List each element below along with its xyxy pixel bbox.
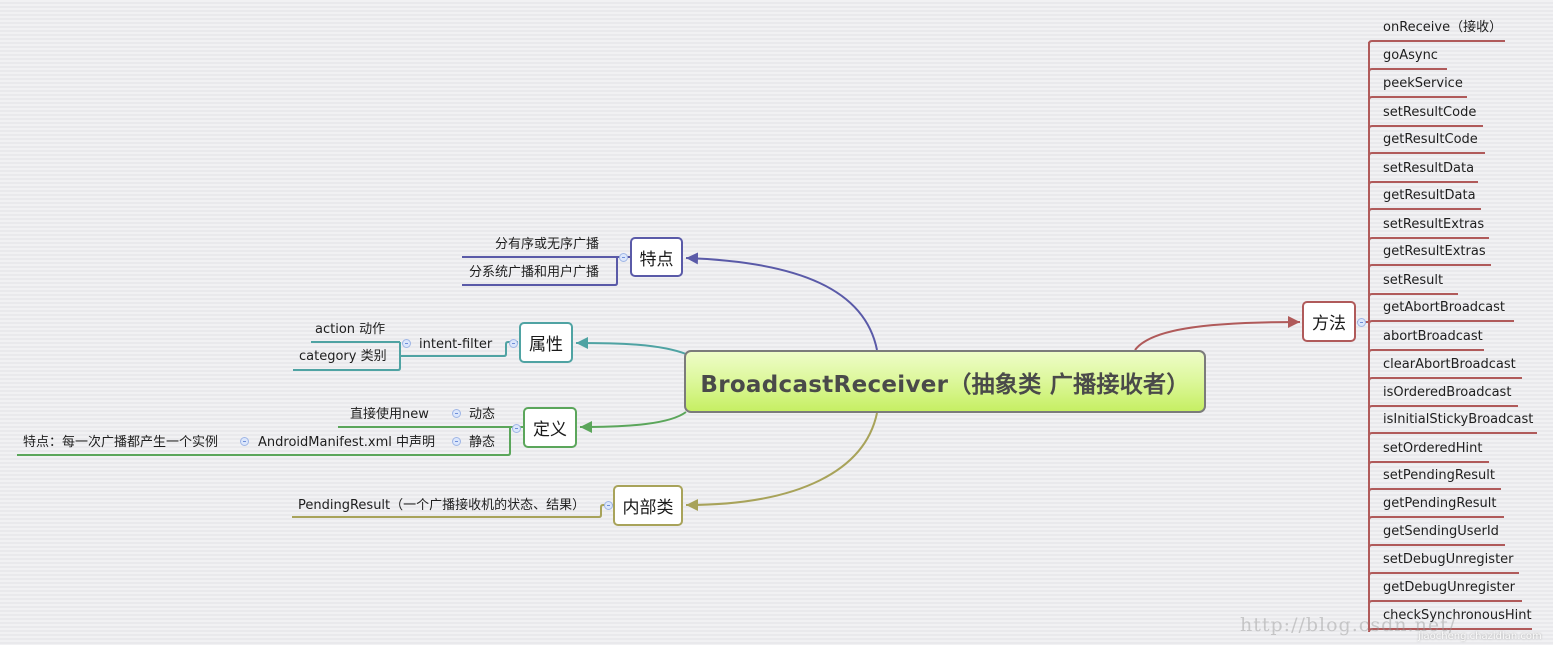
method-underline	[1368, 600, 1522, 605]
topic-definition-label: 定义	[533, 420, 567, 440]
collapse-intent-filter-icon[interactable]	[402, 339, 411, 348]
method-item[interactable]: getResultExtras	[1383, 244, 1486, 260]
method-underline	[1368, 208, 1481, 213]
method-item[interactable]: getAbortBroadcast	[1383, 300, 1505, 316]
method-underline	[1368, 293, 1458, 298]
method-item[interactable]: onReceive（接收）	[1383, 20, 1502, 36]
method-item[interactable]: setResult	[1383, 273, 1443, 289]
link-features	[685, 252, 878, 351]
method-underline	[1368, 349, 1484, 354]
link-attributes	[575, 337, 687, 355]
collapse-inner-class-icon[interactable]	[604, 501, 613, 510]
attributes-action[interactable]: action 动作	[315, 322, 385, 338]
method-underline	[1368, 572, 1519, 577]
method-item[interactable]: peekService	[1383, 76, 1463, 92]
method-item[interactable]: setOrderedHint	[1383, 441, 1483, 457]
method-underline	[1368, 461, 1489, 466]
method-item[interactable]: getResultData	[1383, 188, 1476, 204]
method-item[interactable]: getResultCode	[1383, 132, 1478, 148]
method-item[interactable]: isInitialStickyBroadcast	[1383, 412, 1533, 428]
method-underline	[1368, 544, 1505, 549]
collapse-features-icon[interactable]	[619, 253, 628, 262]
topic-methods-label: 方法	[1312, 314, 1346, 334]
method-underline	[1368, 432, 1537, 437]
method-underline	[1368, 96, 1467, 101]
method-item[interactable]: setResultData	[1383, 161, 1474, 177]
definition-static-detail[interactable]: AndroidManifest.xml 中声明	[258, 435, 435, 451]
method-underline	[1368, 125, 1483, 130]
method-item[interactable]: getSendingUserId	[1383, 524, 1499, 540]
collapse-static-icon[interactable]	[452, 437, 461, 446]
method-item[interactable]: isOrderedBroadcast	[1383, 385, 1511, 401]
method-underline	[1368, 152, 1485, 157]
method-underline	[1368, 181, 1478, 186]
features-child-2[interactable]: 分系统广播和用户广播	[469, 265, 599, 281]
link-inner-class	[685, 412, 878, 511]
collapse-dynamic-icon[interactable]	[452, 409, 461, 418]
collapse-methods-icon[interactable]	[1357, 318, 1366, 327]
topic-attributes-label: 属性	[529, 335, 563, 355]
collapse-attributes-icon[interactable]	[509, 339, 518, 348]
method-item[interactable]: setPendingResult	[1383, 468, 1495, 484]
definition-static-note[interactable]: 特点：每一次广播都产生一个实例	[23, 435, 218, 451]
link-methods	[1134, 316, 1301, 351]
method-underline	[1368, 68, 1447, 73]
method-underline	[1368, 264, 1491, 269]
method-underline	[1368, 488, 1501, 493]
topic-methods[interactable]: 方法	[1302, 301, 1356, 342]
topic-features-label: 特点	[639, 249, 674, 270]
method-underline	[1368, 237, 1489, 242]
inner-class-pending-result[interactable]: PendingResult（一个广播接收机的状态、结果）	[298, 498, 585, 514]
method-item[interactable]: setResultCode	[1383, 105, 1476, 121]
watermark-site-url: jiaocheng.chazidian.com	[1418, 631, 1542, 642]
method-underline	[1368, 320, 1514, 325]
collapse-static-detail-icon[interactable]	[240, 437, 249, 446]
method-item[interactable]: setDebugUnregister	[1383, 552, 1514, 568]
method-item[interactable]: abortBroadcast	[1383, 329, 1483, 345]
definition-dynamic-detail[interactable]: 直接使用new	[350, 407, 429, 423]
topic-inner-class[interactable]: 内部类	[613, 485, 683, 526]
central-topic[interactable]: BroadcastReceiver（抽象类 广播接收者）	[684, 350, 1206, 413]
method-underline	[1368, 377, 1522, 382]
topic-inner-class-label: 内部类	[622, 498, 674, 518]
method-item[interactable]: goAsync	[1383, 48, 1438, 64]
collapse-definition-icon[interactable]	[512, 424, 521, 433]
link-definition	[579, 411, 687, 433]
definition-static[interactable]: 静态	[469, 435, 495, 451]
attributes-intent-filter[interactable]: intent-filter	[419, 337, 492, 353]
method-underline	[1368, 516, 1504, 521]
attributes-category[interactable]: category 类别	[299, 349, 387, 365]
method-underline	[1368, 40, 1505, 45]
method-item[interactable]: setResultExtras	[1383, 217, 1484, 233]
topic-definition[interactable]: 定义	[523, 407, 577, 448]
method-item[interactable]: getPendingResult	[1383, 496, 1496, 512]
topic-features[interactable]: 特点	[630, 237, 683, 277]
method-underline	[1368, 405, 1518, 410]
method-item[interactable]: clearAbortBroadcast	[1383, 357, 1516, 373]
definition-dynamic[interactable]: 动态	[469, 407, 495, 423]
features-child-1[interactable]: 分有序或无序广播	[495, 237, 599, 253]
method-item[interactable]: getDebugUnregister	[1383, 580, 1515, 596]
central-topic-label: BroadcastReceiver（抽象类 广播接收者）	[700, 371, 1190, 398]
topic-attributes[interactable]: 属性	[519, 322, 573, 363]
